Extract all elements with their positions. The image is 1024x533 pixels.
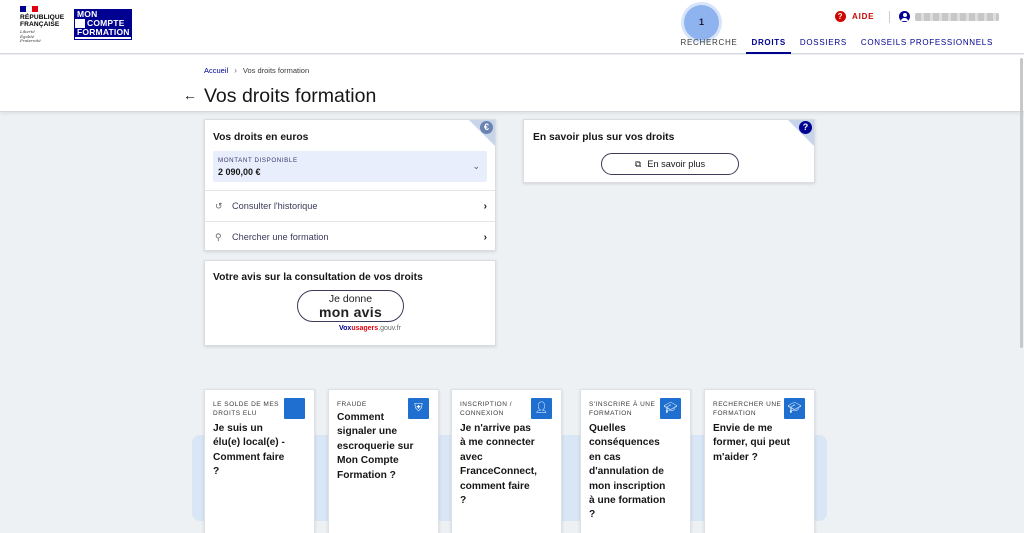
voxusagers-logo: Voxusagers.gouv.fr — [339, 325, 401, 332]
historique-row[interactable]: ↺ Consulter l'historique › — [205, 190, 495, 221]
faq-card[interactable]: FRAUDE ⛨ Comment signaler une escroqueri… — [328, 389, 439, 533]
montant-value: 2 090,00 € — [218, 167, 261, 177]
help-icon: ? — [835, 11, 846, 22]
faq-question: Je suis un élu(e) local(e) - Comment fai… — [213, 423, 285, 478]
republique-francaise-logo[interactable]: RÉPUBLIQUE FRANÇAISE Liberté Égalité Fra… — [20, 6, 72, 44]
droits-card-title: Vos droits en euros — [213, 132, 309, 143]
page-title: Vos droits formation — [204, 85, 377, 107]
faq-category: LE SOLDE DE MES DROITS ELU — [213, 401, 280, 417]
avis-card: Votre avis sur la consultation de vos dr… — [204, 260, 496, 346]
faq-question: Comment signaler une escroquerie sur Mon… — [337, 412, 414, 481]
logo-line: RÉPUBLIQUE — [20, 14, 65, 21]
question-icon: ? — [799, 121, 812, 134]
historique-label: Consulter l'historique — [232, 201, 318, 211]
nav-droits[interactable]: DROITS — [746, 34, 791, 54]
breadcrumb-current: Vos droits formation — [242, 66, 310, 75]
search-icon: ⚲ — [215, 231, 222, 242]
site-header: RÉPUBLIQUE FRANÇAISE Liberté Égalité Fra… — [0, 0, 1024, 54]
page-scrollbar[interactable] — [1020, 58, 1023, 348]
chevron-right-icon: › — [234, 66, 237, 75]
nav-dossiers[interactable]: DOSSIERS — [795, 34, 852, 54]
droits-card: € Vos droits en euros MONTANT DISPONIBLE… — [204, 119, 496, 251]
faq-card[interactable]: INSCRIPTION / CONNEXION 👤︎ Je n'arrive p… — [451, 389, 562, 533]
montant-label: MONTANT DISPONIBLE — [218, 157, 298, 164]
marianne-flag-icon — [20, 6, 38, 12]
aide-link[interactable]: ? AIDE — [835, 11, 874, 22]
external-link-icon: ⧉ — [634, 158, 642, 169]
faq-category: RECHERCHER UNE FORMATION — [713, 401, 782, 417]
euro-icon: € — [480, 121, 493, 134]
faq-card[interactable]: S'INSCRIRE À UNE FORMATION 🎓︎ Quelles co… — [580, 389, 691, 533]
faq-question: Je n'arrive pas à me connecter avec Fran… — [460, 423, 537, 507]
je-donne-mon-avis-button[interactable]: Je donne mon avis — [297, 290, 404, 322]
breadcrumb: Accueil › Vos droits formation — [204, 66, 309, 75]
faq-question: Envie de me former, qui peut m'aider ? — [713, 423, 790, 463]
vox-domain: .gouv.fr — [378, 325, 402, 332]
logo-line: FORMATION — [75, 27, 131, 37]
nav-conseils-professionnels[interactable]: CONSEILS PROFESSIONNELS — [856, 34, 998, 54]
en-savoir-plus-button[interactable]: ⧉ En savoir plus — [601, 153, 739, 175]
aide-label: AIDE — [852, 12, 875, 21]
faq-category: S'INSCRIRE À UNE FORMATION — [589, 401, 656, 417]
faq-category: INSCRIPTION / CONNEXION — [460, 401, 513, 417]
faq-card[interactable]: RECHERCHER UNE FORMATION 🎓︎ Envie de me … — [704, 389, 815, 533]
savoir-card: ? En savoir plus sur vos droits ⧉ En sav… — [523, 119, 815, 183]
chercher-formation-row[interactable]: ⚲ Chercher une formation › — [205, 221, 495, 252]
en-savoir-plus-label: En savoir plus — [647, 159, 706, 169]
avis-button-line2: mon avis — [318, 304, 383, 320]
breadcrumb-home[interactable]: Accueil — [204, 66, 228, 75]
divider — [889, 11, 890, 23]
back-arrow-icon[interactable]: ← — [183, 87, 197, 103]
title-band: Accueil › Vos droits formation ← Vos dro… — [0, 55, 1024, 112]
graduation-cap-icon: 🎓︎ — [784, 398, 805, 419]
savoir-card-title: En savoir plus sur vos droits — [533, 132, 675, 143]
user-icon — [899, 11, 910, 22]
graduation-cap-icon: 🎓︎ — [660, 398, 681, 419]
chercher-formation-label: Chercher une formation — [232, 232, 329, 242]
logo-line: FRANÇAISE — [20, 21, 60, 28]
montant-disponible-dropdown[interactable]: MONTANT DISPONIBLE 2 090,00 € ⌄ — [213, 151, 487, 182]
avis-card-title: Votre avis sur la consultation de vos dr… — [213, 272, 423, 283]
vox-brand: Vox — [339, 325, 352, 332]
user-icon: 👤︎ — [531, 398, 552, 419]
nav-recherche[interactable]: RECHERCHE — [675, 34, 742, 54]
square-icon — [284, 398, 305, 419]
user-menu[interactable] — [899, 11, 999, 22]
chevron-right-icon: › — [483, 231, 487, 243]
faq-card[interactable]: LE SOLDE DE MES DROITS ELU Je suis un él… — [204, 389, 315, 533]
devise-line: Fraternité — [20, 38, 41, 44]
vox-usagers: usagers — [351, 325, 379, 332]
user-name-redacted — [915, 12, 999, 21]
chevron-right-icon: › — [483, 200, 487, 212]
history-icon: ↺ — [215, 200, 223, 211]
main-nav: RECHERCHE DROITS DOSSIERS CONSEILS PROFE… — [673, 34, 1024, 54]
mon-compte-formation-logo[interactable]: MON COMPTE FORMATION — [74, 9, 132, 40]
faq-category: FRAUDE — [337, 401, 367, 408]
faq-question: Quelles conséquences en cas d'annulation… — [589, 423, 666, 521]
chevron-down-icon: ⌄ — [472, 161, 480, 171]
